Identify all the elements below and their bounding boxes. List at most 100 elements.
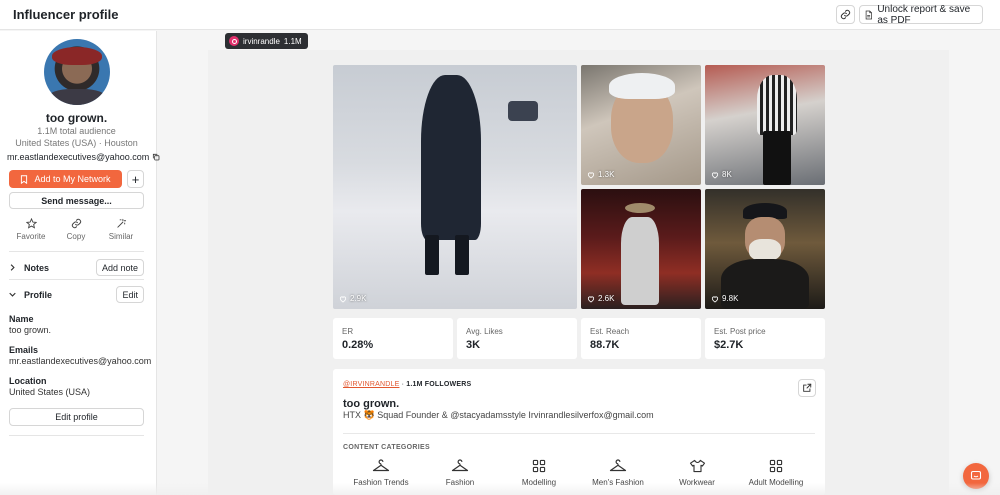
chevron-down-icon	[9, 292, 16, 297]
about-handle-link[interactable]: @IRVINRANDLE	[343, 381, 399, 388]
heart-icon	[587, 171, 595, 179]
hanger-icon	[372, 459, 390, 472]
post-likes: 1.3K	[587, 170, 614, 179]
unlock-report-button[interactable]: Unlock report & save as PDF	[859, 4, 983, 26]
copy-link-button[interactable]	[836, 5, 855, 24]
instagram-icon	[229, 36, 239, 46]
similar-label: Similar	[108, 232, 134, 241]
open-external-button[interactable]	[798, 379, 816, 397]
heart-icon	[587, 295, 595, 303]
add-to-network-label: Add to My Network	[34, 174, 111, 184]
document-icon	[865, 10, 872, 19]
stat-value: 0.28%	[342, 339, 374, 351]
location-field-value: United States (USA)	[9, 387, 91, 397]
copy-action[interactable]: Copy	[54, 218, 98, 241]
copy-icon[interactable]	[152, 153, 160, 161]
profile-section[interactable]: Profile Edit	[9, 286, 144, 303]
post-likes-count: 9.8K	[722, 294, 739, 303]
category-item: Modelling	[503, 459, 575, 487]
name-field-label: Name	[9, 314, 34, 324]
favorite-action[interactable]: Favorite	[9, 218, 53, 241]
stat-card-est-reach: Est. Reach 88.7K	[581, 318, 701, 359]
notes-section[interactable]: Notes Add note	[9, 259, 144, 276]
copy-label: Copy	[66, 232, 86, 241]
page-title: Influencer profile	[13, 7, 119, 22]
add-note-button[interactable]: Add note	[95, 259, 144, 276]
profile-email: mr.eastlandexecutives@yahoo.com	[7, 152, 160, 162]
stat-label: Avg. Likes	[466, 327, 503, 336]
profile-section-label: Profile	[24, 289, 53, 300]
post-thumbnail[interactable]: 8K	[705, 65, 825, 185]
category-item: Adult Modelling	[740, 459, 812, 487]
send-message-button[interactable]: Send message...	[9, 192, 144, 209]
stat-card-est-post-price: Est. Post price $2.7K	[705, 318, 825, 359]
account-handle: irvinrandle	[243, 36, 280, 46]
post-thumbnail[interactable]: 2.9K	[333, 65, 577, 309]
hanger-icon	[451, 459, 469, 472]
favorite-label: Favorite	[16, 232, 46, 241]
stat-value: $2.7K	[714, 339, 744, 351]
profile-location: United States (USA) · Houston	[15, 138, 138, 148]
avatar	[44, 39, 110, 105]
link-icon	[71, 218, 81, 229]
add-to-list-button[interactable]: +	[127, 170, 144, 188]
divider	[343, 433, 815, 434]
link-icon	[840, 9, 851, 20]
category-label: Adult Modelling	[748, 478, 804, 487]
category-item: Workwear	[661, 459, 733, 487]
stat-label: Est. Reach	[590, 327, 630, 336]
stat-label: ER	[342, 327, 354, 336]
heart-icon	[711, 171, 719, 179]
edit-button[interactable]: Edit	[116, 286, 144, 303]
divider	[9, 251, 144, 252]
name-field-value: too grown.	[9, 325, 52, 335]
account-chip[interactable]: irvinrandle 1.1M	[225, 33, 308, 49]
divider	[9, 435, 144, 436]
post-likes: 8K	[711, 170, 732, 179]
about-card: @IRVINRANDLE · 1.1M FOLLOWERS too grown.…	[333, 369, 825, 495]
post-thumbnail[interactable]: 1.3K	[581, 65, 701, 185]
external-link-icon	[803, 383, 812, 392]
about-handle-line: @IRVINRANDLE · 1.1M FOLLOWERS	[343, 381, 472, 388]
emails-field-value: mr.eastlandexecutives@yahoo.com	[9, 356, 152, 366]
about-name: too grown.	[343, 398, 400, 410]
post-likes-count: 2.9K	[350, 294, 367, 303]
post-likes: 2.9K	[339, 294, 366, 303]
category-label: Men's Fashion	[592, 478, 644, 487]
category-item: Men's Fashion	[582, 459, 654, 487]
stat-value: 3K	[466, 339, 481, 351]
post-likes-count: 8K	[722, 170, 732, 179]
similar-action[interactable]: Similar	[99, 218, 143, 241]
category-label: Fashion	[445, 478, 475, 487]
post-thumbnail[interactable]: 9.8K	[705, 189, 825, 309]
bookmark-icon	[21, 174, 28, 184]
grid-icon	[769, 459, 783, 473]
add-to-network-button[interactable]: Add to My Network	[9, 170, 122, 188]
location-field-label: Location	[9, 376, 47, 386]
chevron-right-icon	[10, 264, 15, 271]
tshirt-icon	[689, 459, 705, 473]
stat-card-avg-likes: Avg. Likes 3K	[457, 318, 577, 359]
total-audience: 1.1M total audience	[37, 126, 116, 136]
about-followers: 1.1M FOLLOWERS	[406, 381, 472, 388]
profile-email-text: mr.eastlandexecutives@yahoo.com	[7, 152, 150, 162]
category-label: Modelling	[521, 478, 557, 487]
stat-card-er: ER 0.28%	[333, 318, 453, 359]
content-categories-title: CONTENT CATEGORIES	[343, 444, 430, 451]
chat-icon	[970, 470, 982, 480]
top-bar: Influencer profile Unlock report & save …	[0, 0, 1000, 30]
chat-button[interactable]	[963, 463, 989, 489]
stat-label: Est. Post price	[714, 327, 766, 336]
category-label: Workwear	[679, 478, 715, 487]
post-likes-count: 2.6K	[598, 294, 615, 303]
category-item: Fashion Trends	[345, 459, 417, 487]
account-followers: 1.1M	[283, 36, 302, 46]
category-item: Fashion	[424, 459, 496, 487]
edit-profile-button[interactable]: Edit profile	[9, 408, 144, 426]
notes-label: Notes	[24, 262, 50, 273]
post-thumbnail[interactable]: 2.6K	[581, 189, 701, 309]
divider	[9, 279, 144, 280]
about-bio: HTX 🐯 Squad Founder & @stacyadamsstyle I…	[343, 410, 654, 420]
post-likes: 2.6K	[587, 294, 614, 303]
hanger-icon	[609, 459, 627, 472]
